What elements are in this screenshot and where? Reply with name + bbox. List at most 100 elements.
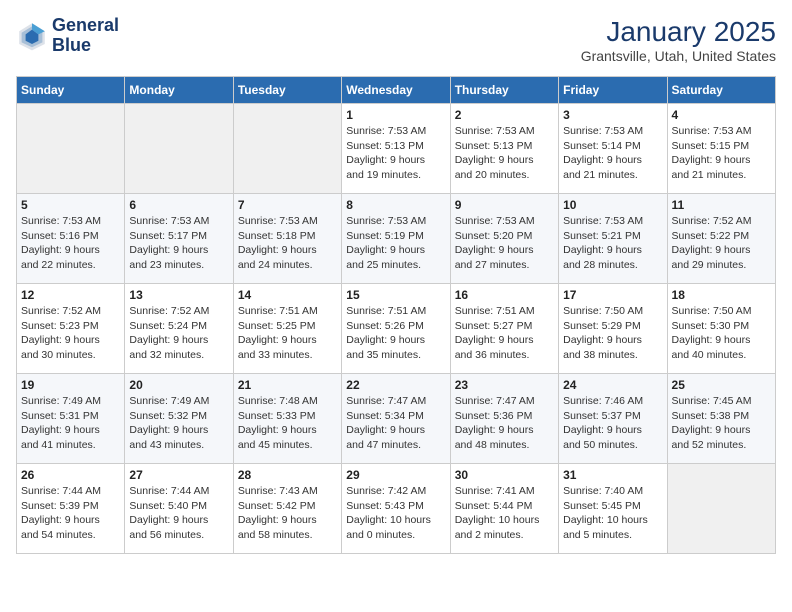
page-header: General Blue January 2025 Grantsville, U…: [16, 16, 776, 64]
day-number: 8: [346, 198, 445, 212]
title-area: January 2025 Grantsville, Utah, United S…: [581, 16, 776, 64]
day-info: Sunrise: 7:53 AM Sunset: 5:21 PM Dayligh…: [563, 214, 662, 273]
day-number: 9: [455, 198, 554, 212]
day-number: 22: [346, 378, 445, 392]
logo-line1: General: [52, 16, 119, 36]
day-cell: 15 Sunrise: 7:51 AM Sunset: 5:26 PM Dayli…: [342, 284, 450, 374]
day-info: Sunrise: 7:47 AM Sunset: 5:36 PM Dayligh…: [455, 394, 554, 453]
day-cell: 19Sunrise: 7:49 AM Sunset: 5:31 PM Dayli…: [17, 374, 125, 464]
day-cell: 10 Sunrise: 7:53 AM Sunset: 5:21 PM Dayli…: [559, 194, 667, 284]
day-cell: 2 Sunrise: 7:53 AM Sunset: 5:13 PM Daylig…: [450, 104, 558, 194]
day-number: 19: [21, 378, 120, 392]
day-cell: 22 Sunrise: 7:47 AM Sunset: 5:34 PM Dayli…: [342, 374, 450, 464]
week-row-3: 12 Sunrise: 7:52 AM Sunset: 5:23 PM Dayli…: [17, 284, 776, 374]
day-cell: 29 Sunrise: 7:42 AM Sunset: 5:43 PM Dayli…: [342, 464, 450, 554]
day-info: Sunrise: 7:44 AM Sunset: 5:40 PM Dayligh…: [129, 484, 228, 543]
day-cell: 20Sunrise: 7:49 AM Sunset: 5:32 PM Dayli…: [125, 374, 233, 464]
day-number: 1: [346, 108, 445, 122]
day-info: Sunrise: 7:53 AM Sunset: 5:13 PM Dayligh…: [455, 124, 554, 183]
day-number: 25: [672, 378, 771, 392]
day-cell: 14Sunrise: 7:51 AM Sunset: 5:25 PM Dayli…: [233, 284, 341, 374]
day-number: 11: [672, 198, 771, 212]
day-number: 27: [129, 468, 228, 482]
weekday-header-monday: Monday: [125, 77, 233, 104]
day-info: Sunrise: 7:50 AM Sunset: 5:29 PM Dayligh…: [563, 304, 662, 363]
day-cell: 5 Sunrise: 7:53 AM Sunset: 5:16 PM Daylig…: [17, 194, 125, 284]
day-cell: 9 Sunrise: 7:53 AM Sunset: 5:20 PM Daylig…: [450, 194, 558, 284]
day-number: 26: [21, 468, 120, 482]
logo-line2: Blue: [52, 36, 119, 56]
day-cell: 18 Sunrise: 7:50 AM Sunset: 5:30 PM Dayli…: [667, 284, 775, 374]
week-row-2: 5 Sunrise: 7:53 AM Sunset: 5:16 PM Daylig…: [17, 194, 776, 284]
day-info: Sunrise: 7:50 AM Sunset: 5:30 PM Dayligh…: [672, 304, 771, 363]
day-number: 28: [238, 468, 337, 482]
day-number: 17: [563, 288, 662, 302]
day-number: 3: [563, 108, 662, 122]
day-cell: 24 Sunrise: 7:46 AM Sunset: 5:37 PM Dayli…: [559, 374, 667, 464]
week-row-5: 26 Sunrise: 7:44 AM Sunset: 5:39 PM Dayli…: [17, 464, 776, 554]
day-info: Sunrise: 7:45 AM Sunset: 5:38 PM Dayligh…: [672, 394, 771, 453]
day-info: Sunrise: 7:52 AM Sunset: 5:24 PM Dayligh…: [129, 304, 228, 363]
day-info: Sunrise: 7:53 AM Sunset: 5:15 PM Dayligh…: [672, 124, 771, 183]
day-number: 12: [21, 288, 120, 302]
day-info: Sunrise: 7:40 AM Sunset: 5:45 PM Dayligh…: [563, 484, 662, 543]
day-info: Sunrise: 7:47 AM Sunset: 5:34 PM Dayligh…: [346, 394, 445, 453]
day-number: 4: [672, 108, 771, 122]
day-info: Sunrise: 7:41 AM Sunset: 5:44 PM Dayligh…: [455, 484, 554, 543]
weekday-header-saturday: Saturday: [667, 77, 775, 104]
day-info: Sunrise: 7:46 AM Sunset: 5:37 PM Dayligh…: [563, 394, 662, 453]
day-number: 31: [563, 468, 662, 482]
calendar-body: 1 Sunrise: 7:53 AM Sunset: 5:13 PM Daylig…: [17, 104, 776, 554]
day-cell: 17 Sunrise: 7:50 AM Sunset: 5:29 PM Dayli…: [559, 284, 667, 374]
day-number: 13: [129, 288, 228, 302]
week-row-4: 19Sunrise: 7:49 AM Sunset: 5:31 PM Dayli…: [17, 374, 776, 464]
day-cell: 6Sunrise: 7:53 AM Sunset: 5:17 PM Daylig…: [125, 194, 233, 284]
weekday-header-sunday: Sunday: [17, 77, 125, 104]
day-cell: 25 Sunrise: 7:45 AM Sunset: 5:38 PM Dayli…: [667, 374, 775, 464]
weekday-header-wednesday: Wednesday: [342, 77, 450, 104]
day-cell: 12 Sunrise: 7:52 AM Sunset: 5:23 PM Dayli…: [17, 284, 125, 374]
calendar-table: SundayMondayTuesdayWednesdayThursdayFrid…: [16, 76, 776, 554]
day-info: Sunrise: 7:52 AM Sunset: 5:23 PM Dayligh…: [21, 304, 120, 363]
day-number: 29: [346, 468, 445, 482]
month-title: January 2025: [581, 16, 776, 48]
day-cell: 7 Sunrise: 7:53 AM Sunset: 5:18 PM Daylig…: [233, 194, 341, 284]
day-info: Sunrise: 7:53 AM Sunset: 5:20 PM Dayligh…: [455, 214, 554, 273]
day-cell: 13 Sunrise: 7:52 AM Sunset: 5:24 PM Dayli…: [125, 284, 233, 374]
logo-icon: [16, 20, 48, 52]
day-info: Sunrise: 7:53 AM Sunset: 5:13 PM Dayligh…: [346, 124, 445, 183]
day-cell: 8Sunrise: 7:53 AM Sunset: 5:19 PM Daylig…: [342, 194, 450, 284]
day-info: Sunrise: 7:43 AM Sunset: 5:42 PM Dayligh…: [238, 484, 337, 543]
day-cell: [125, 104, 233, 194]
day-cell: 3 Sunrise: 7:53 AM Sunset: 5:14 PM Daylig…: [559, 104, 667, 194]
day-cell: [17, 104, 125, 194]
day-cell: 4 Sunrise: 7:53 AM Sunset: 5:15 PM Daylig…: [667, 104, 775, 194]
day-cell: 30 Sunrise: 7:41 AM Sunset: 5:44 PM Dayli…: [450, 464, 558, 554]
day-info: Sunrise: 7:53 AM Sunset: 5:14 PM Dayligh…: [563, 124, 662, 183]
day-info: Sunrise: 7:51 AM Sunset: 5:26 PM Dayligh…: [346, 304, 445, 363]
day-number: 2: [455, 108, 554, 122]
day-number: 14: [238, 288, 337, 302]
day-number: 24: [563, 378, 662, 392]
day-info: Sunrise: 7:42 AM Sunset: 5:43 PM Dayligh…: [346, 484, 445, 543]
weekday-header-row: SundayMondayTuesdayWednesdayThursdayFrid…: [17, 77, 776, 104]
day-cell: 31 Sunrise: 7:40 AM Sunset: 5:45 PM Dayli…: [559, 464, 667, 554]
week-row-1: 1 Sunrise: 7:53 AM Sunset: 5:13 PM Daylig…: [17, 104, 776, 194]
logo: General Blue: [16, 16, 119, 56]
day-info: Sunrise: 7:53 AM Sunset: 5:16 PM Dayligh…: [21, 214, 120, 273]
day-number: 6: [129, 198, 228, 212]
day-number: 30: [455, 468, 554, 482]
day-number: 15: [346, 288, 445, 302]
day-info: Sunrise: 7:51 AM Sunset: 5:27 PM Dayligh…: [455, 304, 554, 363]
day-cell: 23Sunrise: 7:47 AM Sunset: 5:36 PM Dayli…: [450, 374, 558, 464]
day-number: 10: [563, 198, 662, 212]
day-number: 7: [238, 198, 337, 212]
day-cell: 28 Sunrise: 7:43 AM Sunset: 5:42 PM Dayli…: [233, 464, 341, 554]
day-info: Sunrise: 7:49 AM Sunset: 5:32 PM Dayligh…: [129, 394, 228, 453]
day-info: Sunrise: 7:52 AM Sunset: 5:22 PM Dayligh…: [672, 214, 771, 273]
day-info: Sunrise: 7:53 AM Sunset: 5:18 PM Dayligh…: [238, 214, 337, 273]
day-number: 5: [21, 198, 120, 212]
day-info: Sunrise: 7:44 AM Sunset: 5:39 PM Dayligh…: [21, 484, 120, 543]
day-number: 16: [455, 288, 554, 302]
day-number: 18: [672, 288, 771, 302]
